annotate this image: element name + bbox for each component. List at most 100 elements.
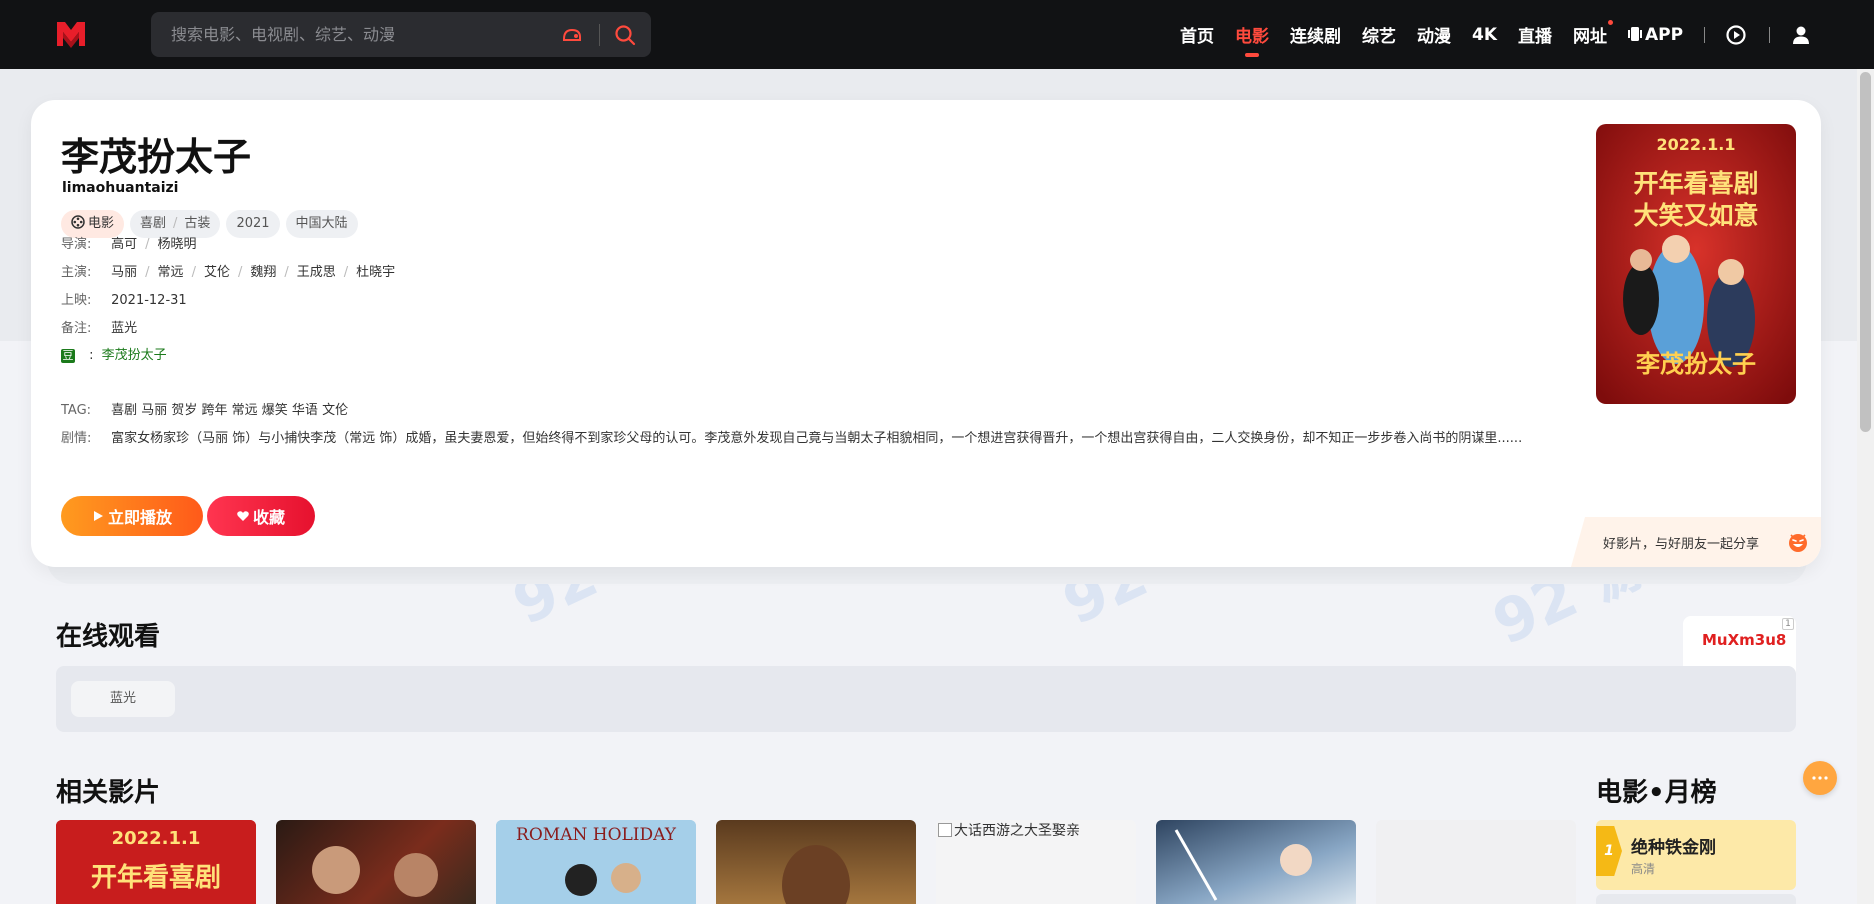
nav-separator [1704, 26, 1706, 43]
top-navbar: 首页 电影 连续剧 综艺 动漫 4K 直播 网址 APP [0, 0, 1874, 69]
related-caption: ROMAN HOLIDAY [516, 825, 677, 845]
rank-badge: 1 [1596, 826, 1622, 876]
director-link[interactable]: 高可 [111, 237, 137, 252]
tag-label: TAG: [61, 403, 92, 418]
episode-list: 蓝光 [56, 666, 1796, 732]
related-item[interactable]: 大话西游之大圣娶亲 [936, 820, 1136, 904]
related-item[interactable] [1156, 820, 1356, 904]
nav-4k[interactable]: 4K [1472, 25, 1497, 45]
play-now-label: 立即播放 [107, 508, 172, 527]
release-row: 上映: 2021-12-31 [61, 289, 187, 308]
search-box [151, 12, 651, 57]
region-tag[interactable]: 中国大陆 [285, 210, 358, 238]
nav-movie[interactable]: 电影 [1235, 22, 1269, 57]
ranking-item[interactable]: 1 绝种铁金刚 高清 [1596, 820, 1796, 890]
nav-app-label: APP [1645, 24, 1684, 45]
rank-quality: 高清 [1631, 862, 1656, 876]
smile-icon [1789, 534, 1807, 552]
douban-colon: : [89, 348, 94, 363]
plot-label: 剧情: [61, 431, 92, 446]
douban-link[interactable]: 李茂扮太子 [102, 348, 167, 363]
broken-image-icon [938, 823, 952, 837]
nav-live[interactable]: 直播 [1518, 22, 1552, 47]
actors-label: 主演: [61, 265, 92, 280]
nav-urls-label: 网址 [1573, 27, 1608, 47]
search-icon[interactable] [613, 23, 637, 47]
plot-row: 剧情: 富家女杨家珍（马丽 饰）与小捕快李茂（常远 饰）成婚，虽夫妻恩爱，但始终… [61, 427, 1661, 446]
related-poster [782, 845, 850, 904]
movie-pinyin: limaohuantaizi [62, 180, 179, 196]
related-item[interactable] [716, 820, 916, 904]
actor-link[interactable]: 马丽 [111, 265, 137, 280]
episode-button[interactable]: 蓝光 [71, 681, 175, 717]
actor-link[interactable]: 魏翔 [250, 265, 276, 280]
directors-row: 导演: 高可 / 杨晓明 [61, 233, 197, 252]
douban-row: 豆 : 李茂扮太子 [61, 344, 167, 363]
nav-separator [1769, 26, 1771, 43]
note-label: 备注: [61, 321, 92, 336]
new-dot [1608, 20, 1614, 25]
year-tag[interactable]: 2021 [226, 210, 280, 238]
poster-date: 2022.1.1 [1657, 135, 1736, 154]
type-tag-label: 电影 [88, 216, 115, 231]
plot-text: 富家女杨家珍（马丽 饰）与小捕快李茂（常远 饰）成婚，虽夫妻恩爱，但始终得不到家… [111, 431, 1523, 446]
ranking-title: 电影•月榜 [1596, 778, 1717, 808]
hot-search-icon[interactable] [561, 25, 583, 45]
favorite-button[interactable]: 收藏 [207, 496, 315, 536]
related-alt-label: 大话西游之大圣娶亲 [954, 823, 1080, 839]
actor-link[interactable]: 杜晓宇 [356, 265, 395, 280]
release-date: 2021-12-31 [111, 293, 187, 308]
related-section-title: 相关影片 [56, 778, 161, 808]
related-item[interactable] [1376, 820, 1576, 904]
tag-links[interactable]: 喜剧 马丽 贺岁 跨年 常远 爆笑 华语 文伦 [111, 403, 348, 418]
film-reel-icon [71, 215, 85, 229]
share-text: 好影片，与好朋友一起分享 [1603, 536, 1760, 552]
main-nav: 首页 电影 连续剧 综艺 动漫 4K 直播 网址 APP [1180, 0, 1834, 69]
genre-tag-label: 喜剧 [140, 216, 167, 231]
related-caption: 2022.1.1 [112, 828, 201, 849]
play-now-button[interactable]: 立即播放 [61, 496, 203, 536]
actor-link[interactable]: 王成思 [297, 265, 336, 280]
note-value: 蓝光 [111, 321, 138, 336]
nav-app[interactable]: APP [1628, 25, 1683, 45]
related-item[interactable]: ROMAN HOLIDAY [496, 820, 696, 904]
related-poster: ROMAN HOLIDAY [496, 820, 696, 904]
actor-link[interactable]: 艾伦 [204, 265, 230, 280]
ranking-item[interactable] [1596, 894, 1796, 904]
related-item[interactable] [276, 820, 476, 904]
movie-title: 李茂扮太子 [61, 135, 252, 179]
scrollbar-thumb[interactable] [1860, 72, 1871, 432]
poster-slogan: 大笑又如意 [1633, 201, 1758, 230]
nav-home[interactable]: 首页 [1180, 22, 1214, 47]
search-divider [599, 24, 600, 46]
play-icon [93, 511, 103, 521]
movie-poster[interactable]: 2022.1.1 开年看喜剧 大笑又如意 李茂扮太子 [1596, 124, 1796, 404]
share-banner[interactable]: 好影片，与好朋友一起分享 [1571, 517, 1821, 567]
poster-art: 2022.1.1 开年看喜剧 大笑又如意 李茂扮太子 [1596, 124, 1796, 404]
watch-section-title: 在线观看 [56, 622, 161, 652]
search-input[interactable] [171, 25, 551, 44]
source-code: MuXm3u8 [1702, 631, 1787, 649]
genre-tag-label: 古装 [184, 216, 211, 231]
related-subcaption: 开年看喜剧 [91, 862, 221, 893]
heart-icon [237, 511, 249, 521]
douban-icon: 豆 [61, 349, 75, 363]
related-alt-text: 大话西游之大圣娶亲 [936, 820, 1080, 840]
nav-variety[interactable]: 综艺 [1362, 22, 1396, 47]
release-label: 上映: [61, 293, 92, 308]
user-icon[interactable] [1790, 24, 1812, 46]
related-item[interactable]: 2022.1.1 开年看喜剧 [56, 820, 256, 904]
nav-series[interactable]: 连续剧 [1290, 22, 1341, 47]
more-menu-button[interactable] [1803, 761, 1837, 795]
rank-name: 绝种铁金刚 [1631, 838, 1716, 858]
poster-title: 李茂扮太子 [1636, 349, 1756, 378]
more-dots-icon [1812, 776, 1828, 780]
nav-anime[interactable]: 动漫 [1417, 22, 1451, 47]
actor-link[interactable]: 常远 [158, 265, 184, 280]
actors-row: 主演: 马丽 / 常远 / 艾伦 / 魏翔 / 王成思 / 杜晓宇 [61, 261, 395, 280]
play-history-icon[interactable] [1725, 24, 1747, 46]
director-link[interactable]: 杨晓明 [158, 237, 197, 252]
site-logo-icon[interactable] [55, 18, 87, 50]
nav-urls[interactable]: 网址 [1573, 20, 1614, 47]
related-poster [1174, 829, 1312, 901]
